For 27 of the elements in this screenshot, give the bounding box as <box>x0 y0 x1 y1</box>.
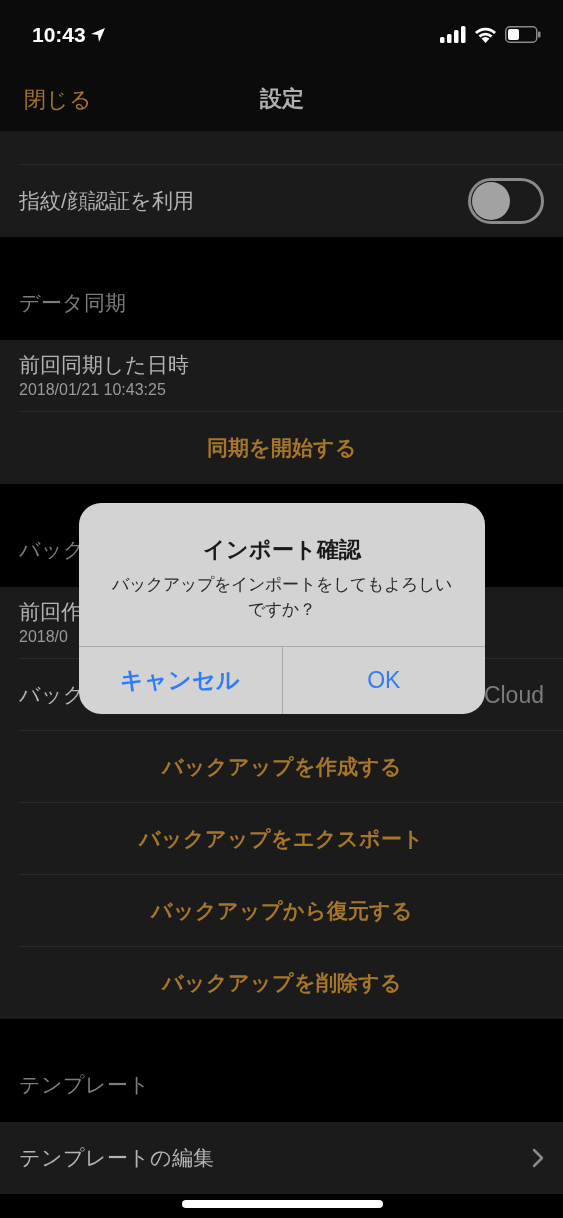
action-button[interactable]: バックアップを作成する <box>161 751 402 783</box>
signal-icon <box>440 26 466 43</box>
home-indicator[interactable] <box>182 1200 383 1208</box>
chevron-icon <box>532 1148 544 1168</box>
close-button[interactable]: 閉じる <box>24 83 92 116</box>
nav-title: 設定 <box>259 84 304 113</box>
settings-row[interactable] <box>0 131 563 165</box>
action-button[interactable]: バックアップを削除する <box>161 967 402 999</box>
battery-icon <box>505 26 541 43</box>
row-label: 前回同期した日時 <box>19 352 189 378</box>
status-time: 10:43 <box>32 21 86 48</box>
wifi-icon <box>474 26 497 43</box>
row-subtitle: 2018/0 <box>19 627 69 647</box>
toggle-switch[interactable] <box>468 178 544 224</box>
row-label: 指紋/顔認証を利用 <box>19 188 194 215</box>
settings-row[interactable]: テンプレートの編集 <box>0 1122 563 1194</box>
row-subtitle: 2018/01/21 10:43:25 <box>19 380 167 400</box>
row-value: Cloud <box>483 680 544 710</box>
alert-message: バックアップをインポートをしてもよろしいですか？ <box>111 574 453 621</box>
alert-title: インポート確認 <box>203 536 361 564</box>
alert-button[interactable]: OK <box>281 647 485 714</box>
section-header: バック <box>19 536 85 563</box>
location-arrow-icon <box>89 26 106 43</box>
row-label: テンプレートの編集 <box>19 1145 214 1172</box>
action-button[interactable]: 同期を開始する <box>206 432 357 464</box>
section-header: テンプレート <box>19 1071 150 1098</box>
section-header: データ同期 <box>19 289 126 316</box>
